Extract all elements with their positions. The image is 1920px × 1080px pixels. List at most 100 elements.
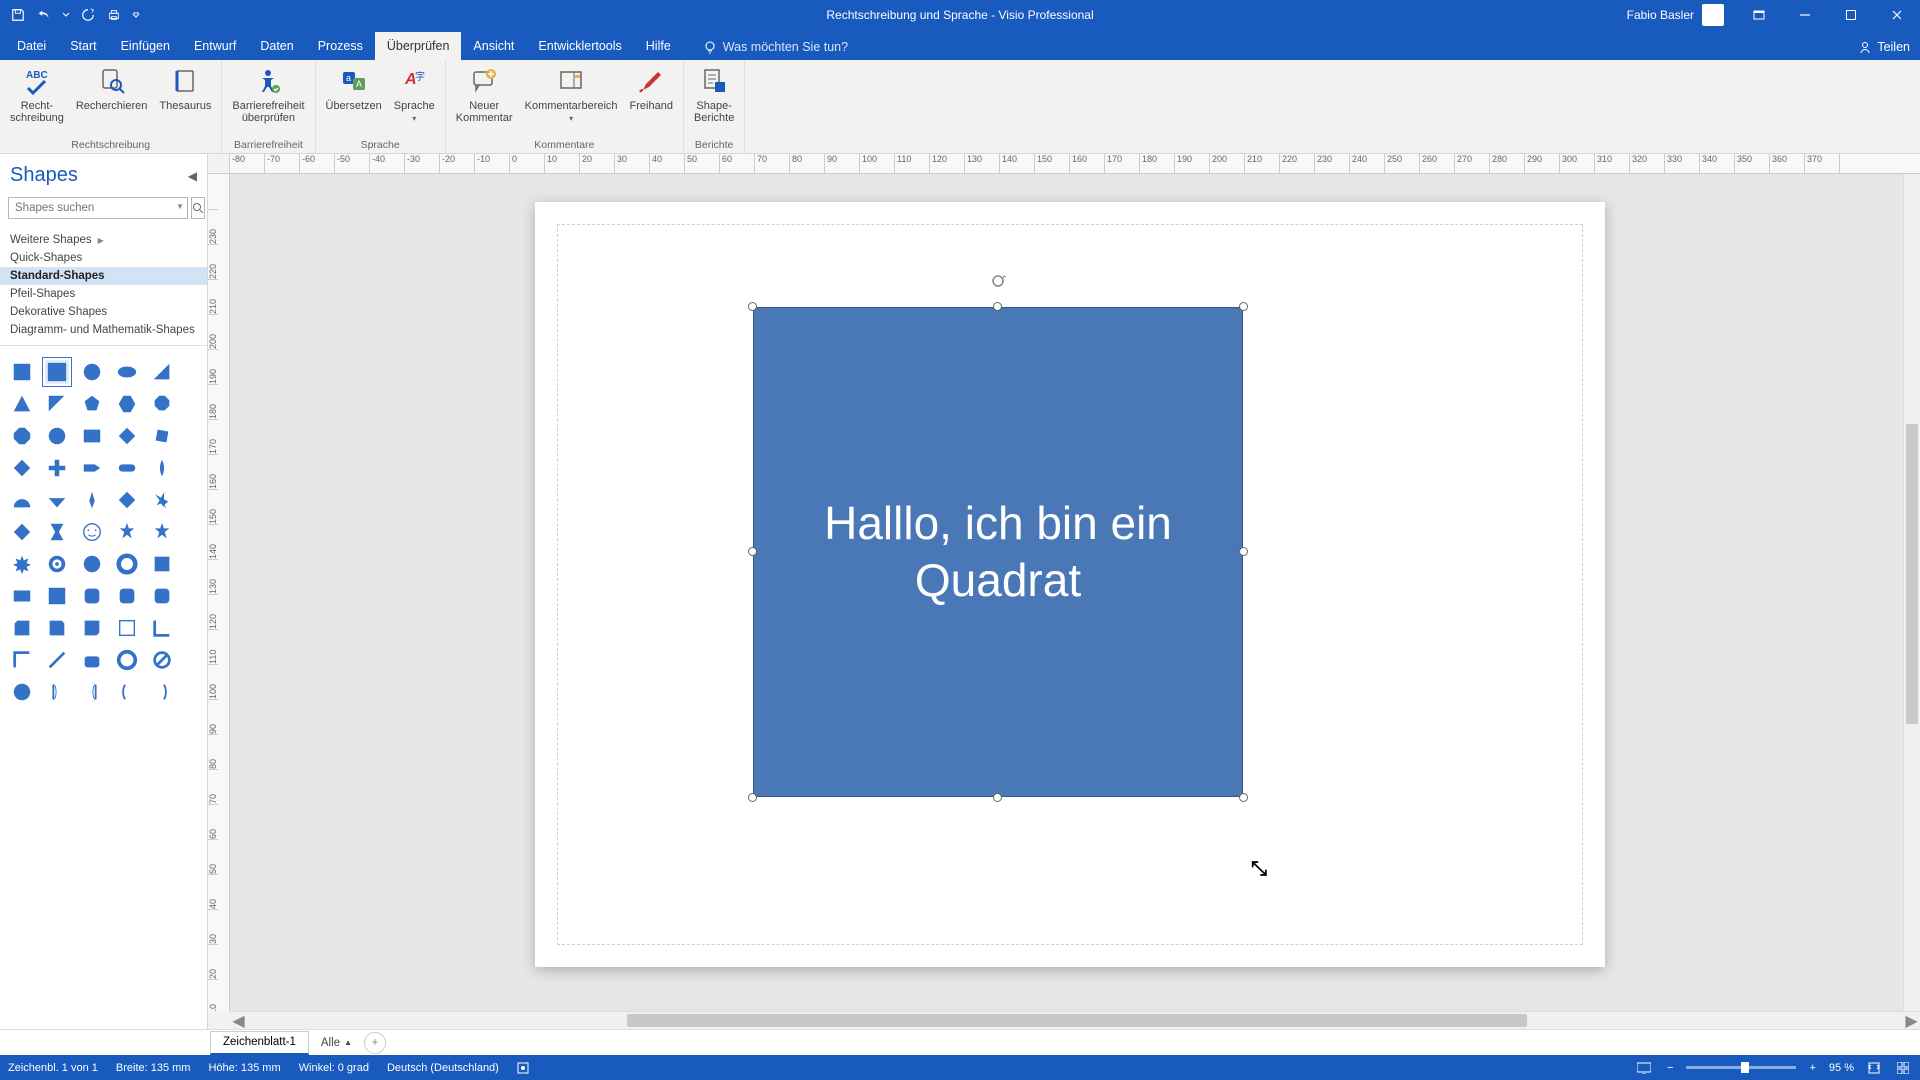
shape-gallery-item[interactable]	[115, 360, 139, 384]
shape-gallery-item[interactable]	[150, 424, 174, 448]
selected-shape[interactable]: Halllo, ich bin ein Quadrat ⤡	[753, 307, 1243, 797]
shape-gallery-item[interactable]	[80, 552, 104, 576]
shape-gallery-item[interactable]	[80, 456, 104, 480]
shape-gallery-item[interactable]	[115, 584, 139, 608]
shape-gallery-item[interactable]	[150, 584, 174, 608]
shape-gallery-item[interactable]	[150, 552, 174, 576]
minimize-icon[interactable]	[1782, 0, 1828, 30]
tab-insert[interactable]: Einfügen	[109, 32, 182, 60]
spellcheck-button[interactable]: ABC Recht- schreibung	[6, 63, 68, 137]
shape-gallery-item[interactable]	[115, 424, 139, 448]
fullscreen-icon[interactable]	[1894, 1062, 1912, 1074]
shape-gallery-item[interactable]	[10, 456, 34, 480]
tab-review[interactable]: Überprüfen	[375, 32, 462, 60]
zoom-slider[interactable]	[1686, 1066, 1796, 1069]
resize-handle-l[interactable]	[748, 547, 757, 556]
drawing-canvas[interactable]: Halllo, ich bin ein Quadrat ⤡	[230, 174, 1920, 1011]
add-page-button[interactable]: +	[364, 1032, 386, 1054]
save-icon[interactable]	[10, 7, 26, 23]
tab-view[interactable]: Ansicht	[461, 32, 526, 60]
rotate-handle[interactable]	[990, 273, 1006, 289]
vertical-scrollbar[interactable]	[1903, 174, 1920, 1011]
shape-gallery-item[interactable]	[115, 456, 139, 480]
tab-file[interactable]: Datei	[5, 32, 58, 60]
new-comment-button[interactable]: Neuer Kommentar	[452, 63, 517, 137]
shape-gallery-item[interactable]	[80, 360, 104, 384]
tab-start[interactable]: Start	[58, 32, 108, 60]
shape-gallery-item[interactable]	[45, 520, 69, 544]
shape-gallery-item[interactable]	[45, 616, 69, 640]
decorative-shapes-item[interactable]: Dekorative Shapes	[0, 303, 207, 321]
shape-gallery-item[interactable]	[80, 520, 104, 544]
resize-handle-t[interactable]	[993, 302, 1002, 311]
shape-gallery-item[interactable]	[150, 680, 174, 704]
shape-gallery-item[interactable]	[80, 488, 104, 512]
scroll-right-button[interactable]: ▶	[1903, 1011, 1920, 1029]
shape-gallery-item[interactable]	[80, 584, 104, 608]
shape-gallery-item[interactable]	[45, 392, 69, 416]
shape-gallery-item[interactable]	[80, 616, 104, 640]
shape-gallery-item[interactable]	[150, 456, 174, 480]
shape-gallery-item[interactable]	[80, 680, 104, 704]
shape-gallery-item[interactable]	[115, 552, 139, 576]
shape-gallery-item[interactable]	[80, 392, 104, 416]
tab-help[interactable]: Hilfe	[634, 32, 683, 60]
square-shape[interactable]: Halllo, ich bin ein Quadrat	[753, 307, 1243, 797]
shape-gallery-item[interactable]	[10, 392, 34, 416]
shape-reports-button[interactable]: Shape- Berichte	[690, 63, 738, 137]
shape-gallery-item[interactable]	[45, 360, 69, 384]
resize-handle-tl[interactable]	[748, 302, 757, 311]
resize-handle-br[interactable]	[1239, 793, 1248, 802]
shape-gallery-item[interactable]	[45, 424, 69, 448]
qat-customize-icon[interactable]	[132, 7, 140, 23]
shape-search-input[interactable]	[8, 197, 188, 219]
zoom-out-button[interactable]: −	[1664, 1062, 1676, 1074]
shape-gallery-item[interactable]	[115, 616, 139, 640]
shape-gallery-item[interactable]	[150, 648, 174, 672]
shape-gallery-item[interactable]	[10, 648, 34, 672]
shape-gallery-item[interactable]	[45, 680, 69, 704]
zoom-in-button[interactable]: +	[1806, 1062, 1818, 1074]
shape-gallery-item[interactable]	[10, 680, 34, 704]
resize-handle-tr[interactable]	[1239, 302, 1248, 311]
shape-gallery-item[interactable]	[45, 488, 69, 512]
arrow-shapes-item[interactable]: Pfeil-Shapes	[0, 285, 207, 303]
shape-gallery-item[interactable]	[115, 680, 139, 704]
shape-gallery-item[interactable]	[10, 488, 34, 512]
tab-process[interactable]: Prozess	[306, 32, 375, 60]
shape-gallery-item[interactable]	[150, 360, 174, 384]
translate-button[interactable]: aA Übersetzen	[322, 63, 386, 137]
search-button[interactable]	[191, 197, 205, 219]
resize-handle-r[interactable]	[1239, 547, 1248, 556]
page-tab-1[interactable]: Zeichenblatt-1	[210, 1031, 309, 1055]
ribbon-display-options-icon[interactable]	[1736, 0, 1782, 30]
shape-gallery-item[interactable]	[150, 488, 174, 512]
shape-gallery-item[interactable]	[45, 648, 69, 672]
shape-gallery-item[interactable]	[45, 456, 69, 480]
scrollbar-thumb[interactable]	[627, 1014, 1527, 1027]
resize-handle-b[interactable]	[993, 793, 1002, 802]
shape-gallery-item[interactable]	[10, 616, 34, 640]
shape-gallery-item[interactable]	[115, 392, 139, 416]
shape-gallery-item[interactable]	[45, 584, 69, 608]
undo-icon[interactable]	[36, 7, 52, 23]
quick-shapes-item[interactable]: Quick-Shapes	[0, 249, 207, 267]
tab-data[interactable]: Daten	[248, 32, 305, 60]
share-button[interactable]: Teilen	[1858, 40, 1910, 54]
user-account[interactable]: Fabio Basler	[1627, 4, 1724, 26]
shape-gallery-item[interactable]	[80, 648, 104, 672]
page-count[interactable]: Zeichenbl. 1 von 1	[8, 1062, 98, 1074]
shape-gallery-item[interactable]	[10, 520, 34, 544]
undo-dropdown-icon[interactable]	[62, 7, 70, 23]
shape-gallery-item[interactable]	[10, 360, 34, 384]
shape-gallery-item[interactable]	[10, 552, 34, 576]
shape-gallery-item[interactable]	[115, 648, 139, 672]
horizontal-scrollbar[interactable]	[247, 1011, 1903, 1029]
shape-gallery-item[interactable]	[150, 392, 174, 416]
thesaurus-button[interactable]: Thesaurus	[155, 63, 215, 137]
shape-gallery-item[interactable]	[150, 520, 174, 544]
tell-me-search[interactable]: Was möchten Sie tun?	[703, 40, 848, 60]
chevron-down-icon[interactable]: ▼	[176, 202, 184, 211]
scroll-left-button[interactable]: ◀	[230, 1011, 247, 1029]
resize-handle-bl[interactable]	[748, 793, 757, 802]
